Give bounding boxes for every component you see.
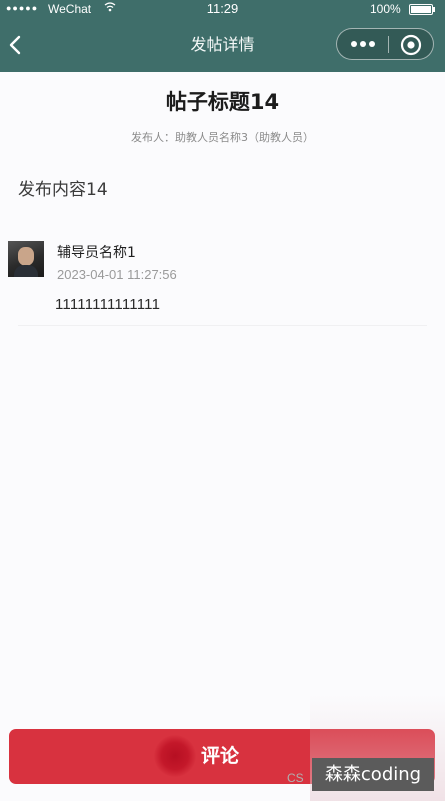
- capsule-divider: [388, 36, 389, 53]
- status-bar: ●●●●● WeChat 11:29 100%: [0, 0, 445, 18]
- watermark-prefix: CS: [287, 771, 304, 785]
- comment-divider: [18, 325, 427, 326]
- target-close-icon[interactable]: [399, 33, 423, 57]
- navigation-bar: 发帖详情: [0, 18, 445, 72]
- post-author: 发布人：助教人员名称3（助教人员）: [131, 131, 314, 144]
- avatar: [8, 241, 44, 277]
- post-title: 帖子标题14: [165, 90, 280, 114]
- comment-text: 11111111111111: [55, 296, 161, 313]
- post-content: 发布内容14: [18, 180, 108, 200]
- watermark: 森森coding: [312, 758, 434, 791]
- app-screen: ●●●●● WeChat 11:29 100% 发帖详情 帖子标题14 发布人：…: [0, 0, 445, 801]
- comment-time: 2023-04-01 11:27:56: [57, 267, 177, 282]
- more-dots-icon[interactable]: [345, 33, 381, 55]
- comment-item: 辅导员名称1 2023-04-01 11:27:56 1111111111111…: [0, 238, 445, 328]
- tap-indicator: [154, 735, 196, 777]
- menu-capsule: [336, 28, 434, 60]
- comment-button-label: 评论: [201, 745, 240, 767]
- battery-icon: [409, 4, 435, 15]
- battery-percent: 100%: [370, 2, 401, 16]
- commenter-name: 辅导员名称1: [57, 245, 136, 261]
